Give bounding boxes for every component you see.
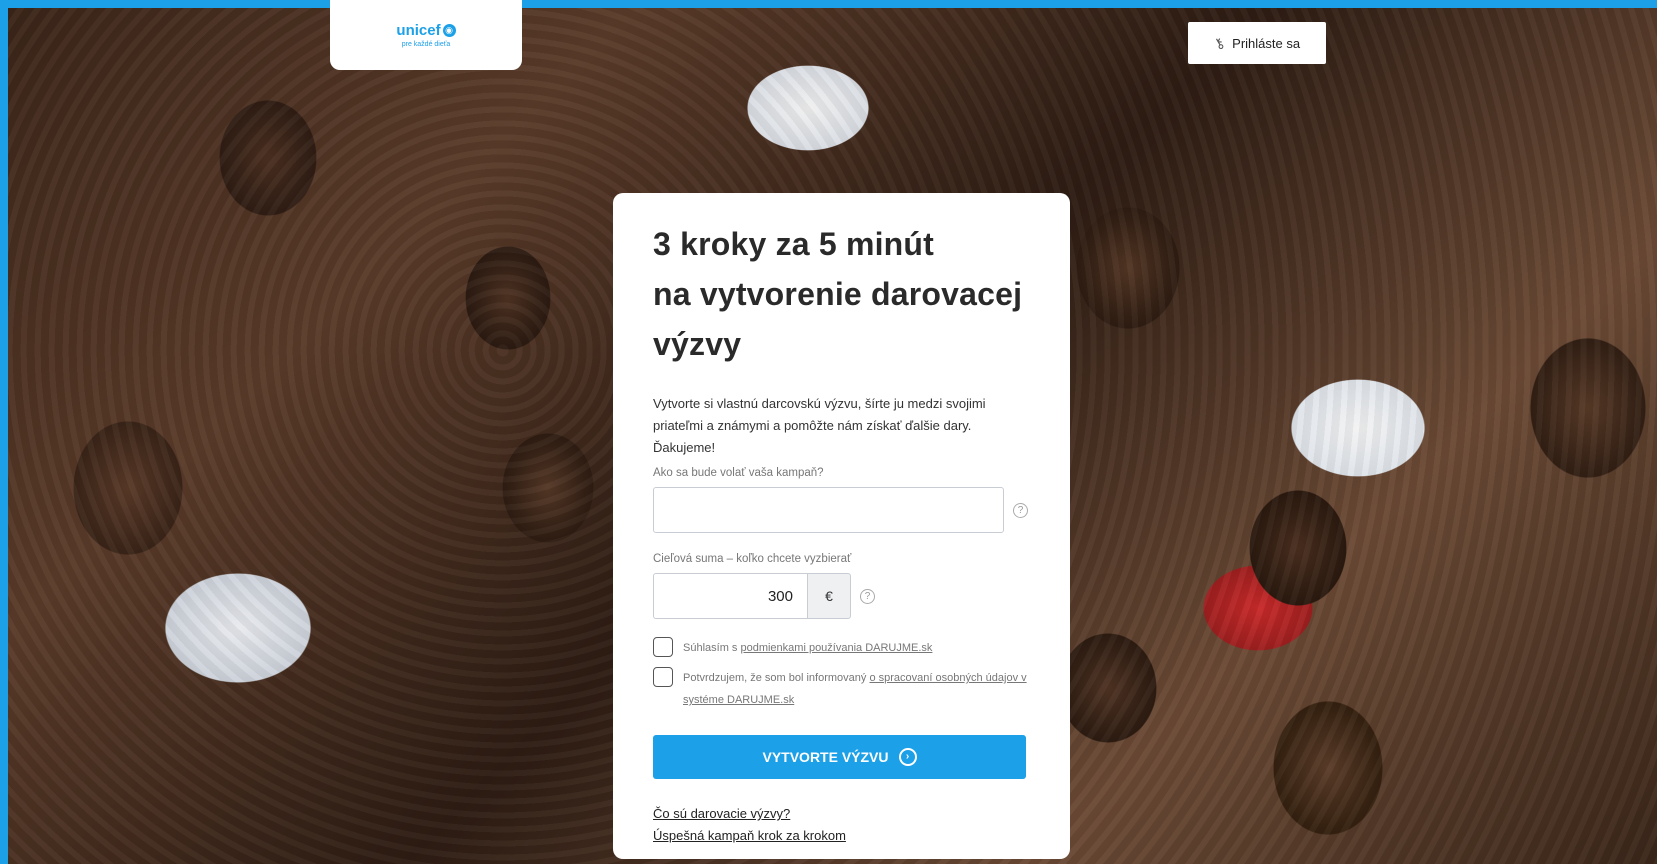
help-icon[interactable]: ? [1013,502,1028,518]
help-links: Čo sú darovacie výzvy? Úspešná kampaň kr… [653,803,1030,847]
privacy-text: Potvrdzujem, že som bol informovaný o sp… [683,667,1030,711]
title-line-2: na vytvorenie darovacej [653,276,1023,312]
page-title: 3 kroky za 5 minút na vytvorenie darovac… [653,219,1030,369]
campaign-name-input[interactable] [653,487,1004,533]
key-icon: ⚷ [1210,33,1228,53]
login-label: Prihláste sa [1232,35,1301,51]
privacy-prefix: Potvrdzujem, že som bol informovaný [683,672,870,684]
create-campaign-card: 3 kroky za 5 minút na vytvorenie darovac… [613,193,1070,859]
privacy-checkbox[interactable] [653,667,673,687]
currency-addon: € [807,573,851,619]
campaign-name-label: Ako sa bude volať vaša kampaň? [653,467,824,479]
title-line-1: 3 kroky za 5 minút [653,226,935,262]
terms-checkbox[interactable] [653,637,673,657]
terms-text: Súhlasím s podmienkami používania DARUJM… [683,637,932,659]
target-amount-label: Cieľová suma – koľko chcete vyzbierať [653,553,852,565]
terms-link[interactable]: podmienkami používania DARUJME.sk [740,642,932,654]
successful-campaign-link[interactable]: Úspešná kampaň krok za krokom [653,825,1030,847]
help-icon[interactable]: ? [860,588,875,604]
submit-label: VYTVORTE VÝZVU [762,749,889,765]
arrow-right-circle-icon: › [898,748,917,766]
unicef-logo[interactable]: unicef ◉ pre každé dieťa [330,0,522,70]
globe-icon: ◉ [442,24,456,37]
intro-text: Vytvorte si vlastnú darcovskú výzvu, šír… [653,396,986,455]
logo-tagline: pre každé dieťa [401,41,451,48]
logo-wordmark: unicef ◉ [396,22,456,39]
title-line-3: výzvy [653,326,742,362]
terms-prefix: Súhlasím s [683,642,741,654]
logo-text: unicef [396,22,441,39]
login-button[interactable]: ⚷ Prihláste sa [1188,22,1326,64]
create-campaign-button[interactable]: VYTVORTE VÝZVU › [653,735,1026,779]
target-amount-input[interactable] [653,573,807,619]
what-are-campaigns-link[interactable]: Čo sú darovacie výzvy? [653,803,1030,825]
